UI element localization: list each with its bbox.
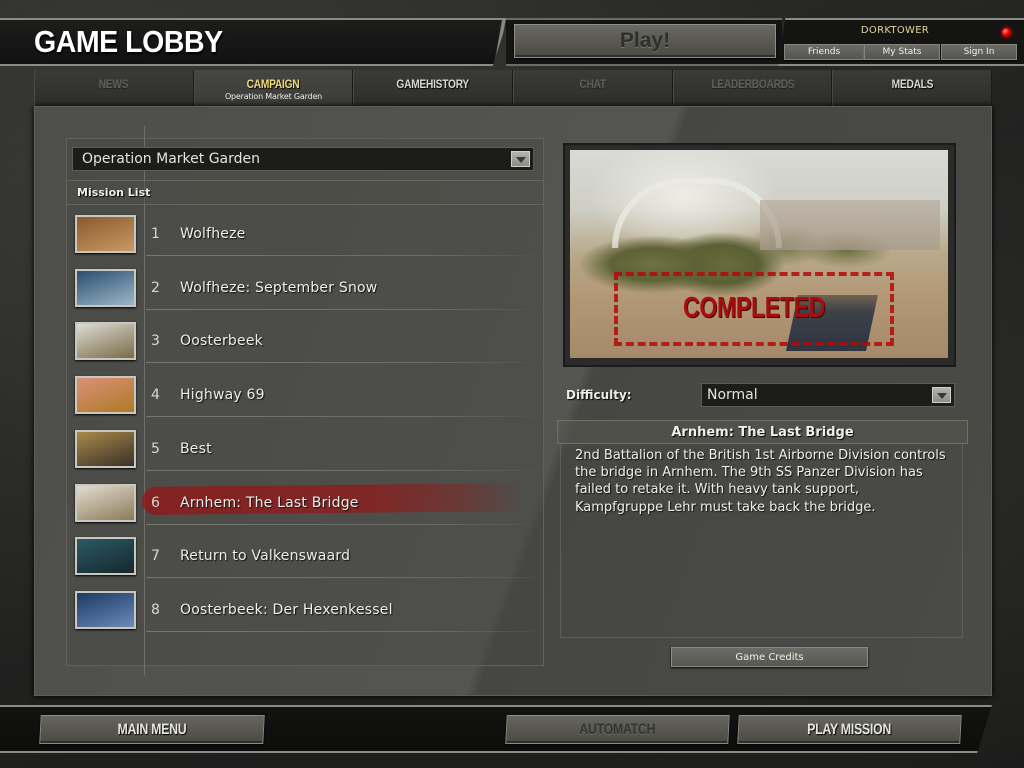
tab-label: CAMPAIGN — [247, 77, 300, 91]
row-divider — [146, 362, 546, 363]
tab-label: MEDALS — [891, 77, 933, 91]
sign-in-button[interactable]: Sign In — [941, 44, 1017, 60]
mission-row-selected[interactable]: 6 Arnhem: The Last Bridge — [72, 480, 546, 532]
completed-stamp: COMPLETED — [682, 292, 826, 324]
mission-row[interactable]: 1 Wolfheze — [72, 211, 546, 263]
difficulty-label: Difficulty: — [566, 388, 632, 402]
online-status-icon — [1002, 28, 1011, 37]
mission-row[interactable]: 4 Highway 69 — [72, 372, 546, 424]
mission-number: 4 — [151, 387, 160, 403]
username: DORKTOWER — [860, 25, 930, 36]
mission-list-header: Mission List — [66, 180, 544, 205]
mission-row[interactable]: 8 Oosterbeek: Der Hexenkessel — [72, 587, 546, 639]
operation-select[interactable]: Operation Market Garden — [72, 147, 534, 171]
tab-campaign[interactable]: CAMPAIGN Operation Market Garden — [193, 70, 354, 106]
main-menu-button[interactable]: MAIN MENU — [39, 715, 265, 744]
tab-label: NEWS — [99, 77, 129, 91]
main-menu-label: MAIN MENU — [117, 721, 187, 738]
mission-row[interactable]: 3 Oosterbeek — [72, 318, 546, 370]
play-mission-label: PLAY MISSION — [807, 721, 892, 738]
tab-medals[interactable]: MEDALS — [832, 70, 993, 106]
mission-number: 5 — [151, 441, 160, 457]
mission-thumbnail[interactable] — [75, 430, 136, 468]
mission-thumbnail[interactable] — [75, 591, 136, 629]
mission-name: Highway 69 — [180, 387, 265, 403]
mission-thumbnail[interactable] — [75, 269, 136, 307]
play-button[interactable]: Play! — [514, 24, 776, 58]
tab-label: GAMEHISTORY — [396, 77, 470, 91]
mission-name: Return to Valkenswaard — [180, 548, 351, 564]
chevron-down-icon[interactable] — [511, 151, 530, 167]
game-credits-button[interactable]: Game Credits — [671, 647, 868, 667]
my-stats-button[interactable]: My Stats — [864, 44, 940, 60]
row-divider — [146, 524, 546, 525]
tab-bar: NEWS CAMPAIGN Operation Market Garden GA… — [34, 70, 993, 106]
mission-name: Wolfheze: September Snow — [180, 280, 378, 296]
tab-gamehistory[interactable]: GAMEHISTORY — [353, 70, 514, 106]
mission-thumbnail[interactable] — [75, 215, 136, 253]
mission-number: 7 — [151, 548, 160, 564]
tab-leaderboards[interactable]: LEADERBOARDS — [672, 70, 833, 106]
automatch-button[interactable]: AUTOMATCH — [505, 715, 730, 744]
mission-thumbnail[interactable] — [75, 322, 136, 360]
mission-row[interactable]: 7 Return to Valkenswaard — [72, 533, 546, 585]
tab-chat[interactable]: CHAT — [513, 70, 673, 106]
tab-label: LEADERBOARDS — [710, 77, 795, 91]
mission-title: Arnhem: The Last Bridge — [557, 420, 968, 444]
difficulty-select-value: Normal — [707, 387, 758, 403]
mission-thumbnail[interactable] — [75, 484, 136, 522]
mission-name: Oosterbeek: Der Hexenkessel — [180, 602, 393, 618]
preview-buildings — [760, 200, 940, 250]
play-mission-button[interactable]: PLAY MISSION — [737, 715, 962, 744]
mission-number: 2 — [151, 280, 160, 296]
row-divider — [146, 631, 546, 632]
mission-number: 3 — [151, 333, 160, 349]
mission-description: 2nd Battalion of the British 1st Airborn… — [575, 448, 946, 515]
mission-row[interactable]: 2 Wolfheze: September Snow — [72, 265, 546, 317]
difficulty-select[interactable]: Normal — [701, 383, 955, 407]
mission-name: Oosterbeek — [180, 333, 263, 349]
mission-number: 6 — [151, 495, 160, 511]
mission-name: Arnhem: The Last Bridge — [180, 495, 359, 511]
mission-name: Wolfheze — [180, 226, 246, 242]
row-divider — [146, 255, 546, 256]
operation-select-value: Operation Market Garden — [82, 151, 261, 167]
tab-news[interactable]: NEWS — [34, 70, 194, 106]
tab-sublabel: Operation Market Garden — [224, 92, 323, 101]
row-divider — [146, 309, 546, 310]
tab-label: CHAT — [579, 77, 607, 91]
automatch-label: AUTOMATCH — [579, 721, 656, 738]
row-divider — [146, 470, 546, 471]
mission-thumbnail[interactable] — [75, 376, 136, 414]
chevron-down-icon[interactable] — [932, 387, 951, 403]
row-divider — [146, 416, 546, 417]
friends-button[interactable]: Friends — [784, 44, 864, 60]
mission-thumbnail[interactable] — [75, 537, 136, 575]
row-divider — [146, 577, 546, 578]
mission-row[interactable]: 5 Best — [72, 426, 546, 478]
mission-name: Best — [180, 441, 212, 457]
page-title: GAME LOBBY — [34, 24, 223, 59]
mission-number: 1 — [151, 226, 160, 242]
mission-number: 8 — [151, 602, 160, 618]
